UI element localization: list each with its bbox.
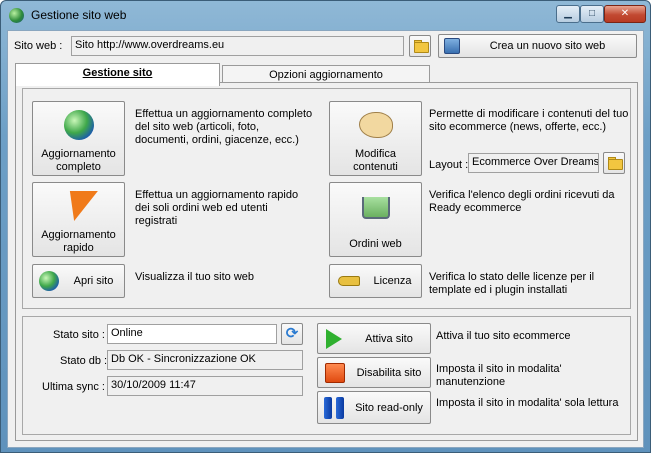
full-update-label-2: completo <box>56 161 101 173</box>
db-status-label: Stato db : <box>60 355 108 367</box>
disable-site-label: Disabilita sito <box>356 367 422 379</box>
quick-update-label-1: Aggiornamento <box>41 229 116 241</box>
new-site-icon <box>444 38 460 54</box>
edit-content-label-1: Modifica <box>355 148 396 160</box>
open-site-label: Apri sito <box>73 275 114 287</box>
palette-icon <box>359 112 393 138</box>
web-orders-button[interactable]: Ordini web <box>329 182 422 257</box>
readonly-site-desc: Imposta il sito in modalita' sola lettur… <box>436 397 619 409</box>
activate-site-button[interactable]: Attiva sito <box>317 323 431 354</box>
actions-group: Aggiornamento completo Effettua un aggio… <box>22 88 631 309</box>
maximize-button[interactable]: □ <box>580 5 604 23</box>
full-update-button[interactable]: Aggiornamento completo <box>32 101 125 176</box>
tab-gestione-sito[interactable]: Gestione sito <box>15 63 220 86</box>
globe-icon <box>39 271 59 291</box>
license-desc: Verifica lo stato delle licenze per il t… <box>429 271 595 296</box>
web-orders-desc: Verifica l'elenco degli ordini ricevuti … <box>429 189 615 214</box>
app-window: Gestione sito web ▁ □ ✕ Sito web : Sito … <box>0 0 651 453</box>
stop-icon <box>325 363 345 383</box>
disable-site-button[interactable]: Disabilita sito <box>317 357 431 388</box>
edit-content-button[interactable]: Modifica contenuti <box>329 101 422 176</box>
last-sync-field[interactable]: 30/10/2009 11:47 <box>107 376 303 396</box>
browse-layout-folder-icon[interactable] <box>603 152 625 174</box>
cart-icon <box>362 197 390 219</box>
license-button[interactable]: Licenza <box>329 264 422 298</box>
status-group: Stato sito : Online ⟳ Stato db : Db OK -… <box>22 316 631 435</box>
new-site-button[interactable]: Crea un nuovo sito web <box>438 34 637 58</box>
disable-site-desc: Imposta il sito in modalita' manutenzion… <box>436 363 562 388</box>
site-status-field[interactable]: Online <box>107 324 277 344</box>
app-globe-icon <box>9 8 24 23</box>
quick-update-desc: Effettua un aggiornamento rapido dei sol… <box>135 189 299 227</box>
browse-site-folder-icon[interactable] <box>409 35 431 57</box>
layout-label: Layout : <box>429 159 469 171</box>
key-icon <box>338 276 360 286</box>
readonly-site-label: Sito read-only <box>355 402 423 414</box>
activate-site-label: Attiva sito <box>365 333 413 345</box>
full-update-label-1: Aggiornamento <box>41 148 116 160</box>
play-icon <box>326 329 342 349</box>
pause-icon <box>324 397 344 419</box>
title-bar[interactable]: Gestione sito web ▁ □ ✕ <box>1 1 650 29</box>
web-orders-label: Ordini web <box>349 238 402 250</box>
minimize-button[interactable]: ▁ <box>556 5 580 23</box>
db-status-field[interactable]: Db OK - Sincronizzazione OK <box>107 350 303 370</box>
open-site-button[interactable]: Apri sito <box>32 264 125 298</box>
refresh-icon[interactable]: ⟳ <box>281 323 303 345</box>
tab-panel: Aggiornamento completo Effettua un aggio… <box>15 82 638 441</box>
window-title: Gestione sito web <box>31 8 127 22</box>
edit-content-label-2: contenuti <box>353 161 398 173</box>
client-area: Sito web : Sito http://www.overdreams.eu… <box>7 30 644 448</box>
edit-content-desc: Permette di modificare i contenuti del t… <box>429 108 629 133</box>
open-site-desc: Visualizza il tuo sito web <box>135 271 255 283</box>
globe-icon <box>64 110 94 140</box>
full-update-desc: Effettua un aggiornamento completo del s… <box>135 108 313 146</box>
quick-update-label-2: rapido <box>63 242 94 254</box>
site-field[interactable]: Sito http://www.overdreams.eu <box>71 36 404 56</box>
layout-field[interactable]: Ecommerce Over Dreams <box>468 153 599 173</box>
activate-site-desc: Attiva il tuo sito ecommerce <box>436 330 571 342</box>
lightning-icon <box>60 191 98 221</box>
last-sync-label: Ultima sync : <box>42 381 105 393</box>
quick-update-button[interactable]: Aggiornamento rapido <box>32 182 125 257</box>
new-site-label: Crea un nuovo sito web <box>489 40 606 52</box>
site-label: Sito web : <box>14 40 63 52</box>
site-status-label: Stato sito : <box>53 329 105 341</box>
close-button[interactable]: ✕ <box>604 5 646 23</box>
license-label: Licenza <box>373 275 412 287</box>
readonly-site-button[interactable]: Sito read-only <box>317 391 431 424</box>
